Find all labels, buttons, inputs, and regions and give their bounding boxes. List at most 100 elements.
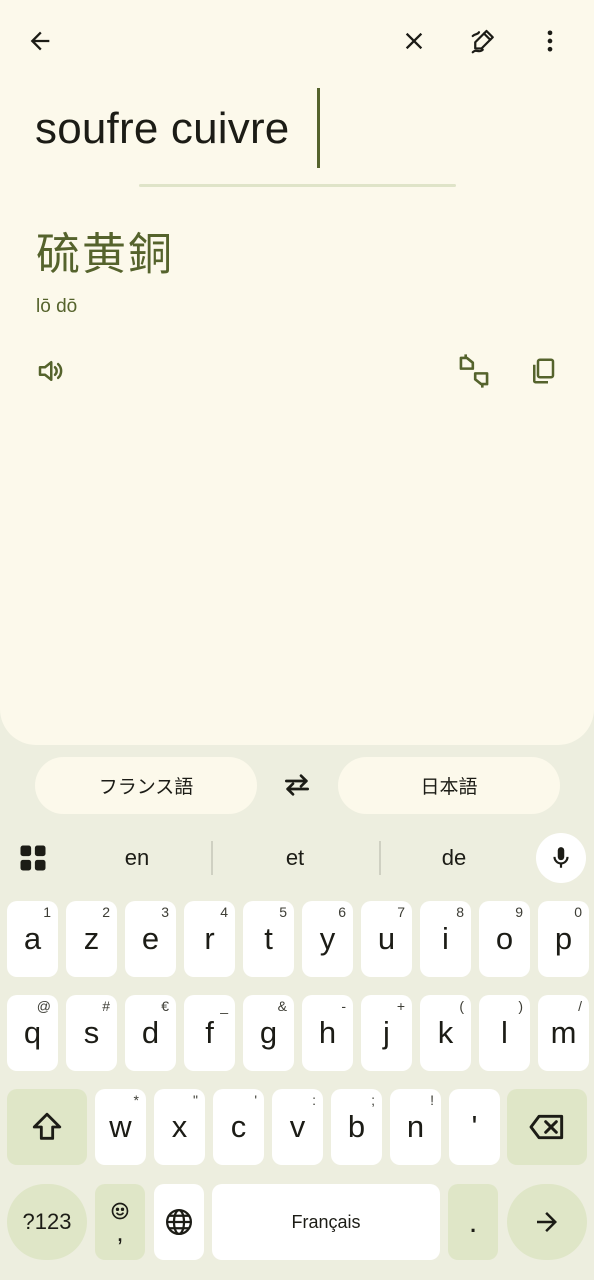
microphone-icon xyxy=(553,847,569,868)
key-hint: 8 xyxy=(456,904,464,920)
period-key[interactable]: . xyxy=(448,1184,498,1260)
space-language-label: Français xyxy=(291,1211,361,1232)
key-s[interactable]: s # xyxy=(66,995,117,1071)
key-q[interactable]: q @ xyxy=(7,995,58,1071)
emoji-comma-key[interactable]: , xyxy=(95,1184,145,1260)
key-w[interactable]: w * xyxy=(95,1089,146,1165)
key-label: s xyxy=(83,1015,100,1050)
key-hint: 5 xyxy=(279,904,287,920)
arrow-forward-icon xyxy=(537,1212,557,1232)
feedback-icon xyxy=(459,354,489,388)
input-divider xyxy=(139,184,456,187)
feedback-button[interactable] xyxy=(450,347,498,395)
key-j[interactable]: j + xyxy=(361,995,412,1071)
key-m[interactable]: m / xyxy=(538,995,589,1071)
key-hint: ; xyxy=(371,1092,375,1108)
key-h[interactable]: h- xyxy=(302,995,353,1071)
key-u[interactable]: u7 xyxy=(361,901,412,977)
close-icon xyxy=(405,32,423,50)
key-k[interactable]: k( xyxy=(420,995,471,1071)
arrow-back-icon xyxy=(30,31,50,51)
symbols-key[interactable]: ?123 xyxy=(7,1184,87,1260)
key-hint: 2 xyxy=(102,904,110,920)
key-hint: & xyxy=(277,998,287,1014)
key-e[interactable]: e3 xyxy=(125,901,176,977)
handwriting-icon xyxy=(471,29,494,54)
listen-button[interactable] xyxy=(26,347,74,395)
language-switch-key[interactable] xyxy=(154,1184,204,1260)
suggestion-divider xyxy=(379,841,381,875)
key-label: k xyxy=(437,1015,454,1050)
key-apostrophe[interactable]: ' xyxy=(449,1089,500,1165)
key-g[interactable]: g & xyxy=(243,995,294,1071)
back-button[interactable] xyxy=(16,17,64,65)
suggestion-divider xyxy=(211,841,213,875)
key-label: b xyxy=(347,1109,366,1144)
suggestion-en[interactable]: en xyxy=(77,845,197,871)
key-n[interactable]: n! xyxy=(390,1089,441,1165)
key-d[interactable]: d € xyxy=(125,995,176,1071)
key-y[interactable]: y6 xyxy=(302,901,353,977)
key-c[interactable]: c ' xyxy=(213,1089,264,1165)
comma-label: , xyxy=(116,1217,124,1247)
key-label: f xyxy=(205,1015,214,1050)
suggestion-de[interactable]: de xyxy=(394,845,514,871)
key-label: ' xyxy=(471,1109,478,1144)
romanization-text: lō dō xyxy=(36,296,78,317)
key-o[interactable]: o9 xyxy=(479,901,530,977)
volume-icon xyxy=(38,361,63,381)
handwriting-button[interactable] xyxy=(460,17,508,65)
space-key[interactable]: Français xyxy=(212,1184,440,1260)
key-hint: 1 xyxy=(43,904,51,920)
key-label: o xyxy=(495,921,514,956)
source-language-button[interactable]: フランス語 xyxy=(35,757,257,814)
key-f[interactable]: f _ xyxy=(184,995,235,1071)
key-p[interactable]: p0 xyxy=(538,901,589,977)
keyboard-apps-button[interactable] xyxy=(9,834,57,882)
clear-button[interactable] xyxy=(390,17,438,65)
key-label: x xyxy=(171,1109,188,1144)
swap-icon xyxy=(285,774,309,796)
more-options-button[interactable] xyxy=(526,17,574,65)
key-r[interactable]: r4 xyxy=(184,901,235,977)
key-label: r xyxy=(204,921,215,956)
key-a[interactable]: a1 xyxy=(7,901,58,977)
shift-icon xyxy=(32,1112,62,1140)
target-language-button[interactable]: 日本語 xyxy=(338,757,560,814)
key-l[interactable]: l) xyxy=(479,995,530,1071)
key-v[interactable]: v: xyxy=(272,1089,323,1165)
key-hint: 9 xyxy=(515,904,523,920)
key-label: q xyxy=(23,1015,42,1050)
key-t[interactable]: t5 xyxy=(243,901,294,977)
key-hint: 6 xyxy=(338,904,346,920)
key-label: d xyxy=(141,1015,160,1050)
key-b[interactable]: b; xyxy=(331,1089,382,1165)
swap-languages-button[interactable] xyxy=(273,761,321,809)
key-hint: ! xyxy=(430,1092,434,1108)
key-label: w xyxy=(109,1109,132,1144)
key-x[interactable]: x " xyxy=(154,1089,205,1165)
suggestion-et[interactable]: et xyxy=(235,845,355,871)
key-hint: € xyxy=(161,998,169,1014)
key-z[interactable]: z2 xyxy=(66,901,117,977)
key-hint: 0 xyxy=(574,904,582,920)
enter-key[interactable] xyxy=(507,1184,587,1260)
key-label: v xyxy=(289,1109,306,1144)
key-hint: 3 xyxy=(161,904,169,920)
key-hint: + xyxy=(396,998,405,1014)
shift-key[interactable] xyxy=(7,1089,87,1165)
voice-input-button[interactable] xyxy=(536,833,586,883)
key-hint: _ xyxy=(220,998,228,1014)
backspace-key[interactable] xyxy=(507,1089,587,1165)
source-text-input[interactable]: soufre cuivre xyxy=(35,104,289,154)
key-hint: ( xyxy=(459,998,464,1014)
apps-grid-icon xyxy=(20,845,46,871)
key-i[interactable]: i8 xyxy=(420,901,471,977)
key-label: l xyxy=(501,1015,508,1050)
key-label: h xyxy=(318,1015,337,1050)
key-label: u xyxy=(377,921,396,956)
backspace-icon xyxy=(529,1114,564,1140)
key-label: g xyxy=(259,1015,278,1050)
key-hint: # xyxy=(102,998,110,1014)
copy-button[interactable] xyxy=(519,347,567,395)
